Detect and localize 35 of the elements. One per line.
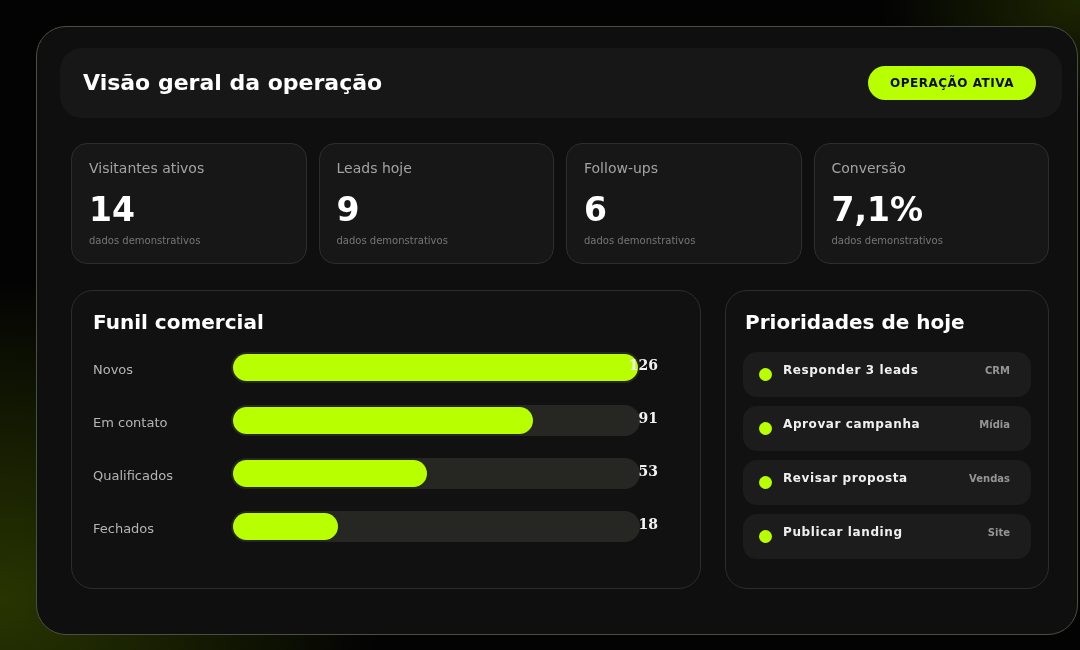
stage-value: 18 [637,516,658,534]
status-dot-icon [759,530,772,543]
stat-note: dados demonstrativos [336,235,448,247]
stat-label: Follow-ups [584,159,659,177]
status-dot-icon [759,422,772,435]
status-dot-icon [759,368,772,381]
priority-text: Publicar landing [783,525,903,541]
stage-label: Novos [93,361,134,377]
stage-value: 53 [637,463,658,481]
stage-label: Em contato [93,414,168,430]
priority-tag: CRM [985,365,1010,384]
funnel-title: Funil comercial [93,309,264,335]
stat-note: dados demonstrativos [584,235,696,247]
stat-note: dados demonstrativos [831,235,943,247]
priority-tag: Site [987,527,1010,546]
priority-text: Responder 3 leads [783,363,919,379]
stage-label: Fechados [93,520,155,536]
stat-label: Conversão [831,159,906,177]
priorities-title: Prioridades de hoje [744,309,965,335]
stat-value: 9 [336,192,360,228]
priority-text: Aprovar campanha [783,417,921,433]
priority-text: Revisar proposta [783,471,908,487]
stat-label: Visitantes ativos [89,159,205,177]
page-title: Visão geral da operação [83,69,383,97]
stat-label: Leads hoje [336,159,412,177]
priority-tag: Vendas [969,473,1010,492]
stat-value: 14 [89,192,135,228]
priority-tag: Mídia [979,419,1010,438]
stage-value: 91 [637,410,658,428]
stat-value: 7,1% [831,192,924,228]
stage-label: Qualificados [93,467,173,483]
stat-note: dados demonstrativos [89,235,201,247]
status-badge: OPERAÇÃO ATIVA [868,66,1036,100]
stat-value: 6 [584,192,607,228]
status-dot-icon [759,476,772,489]
